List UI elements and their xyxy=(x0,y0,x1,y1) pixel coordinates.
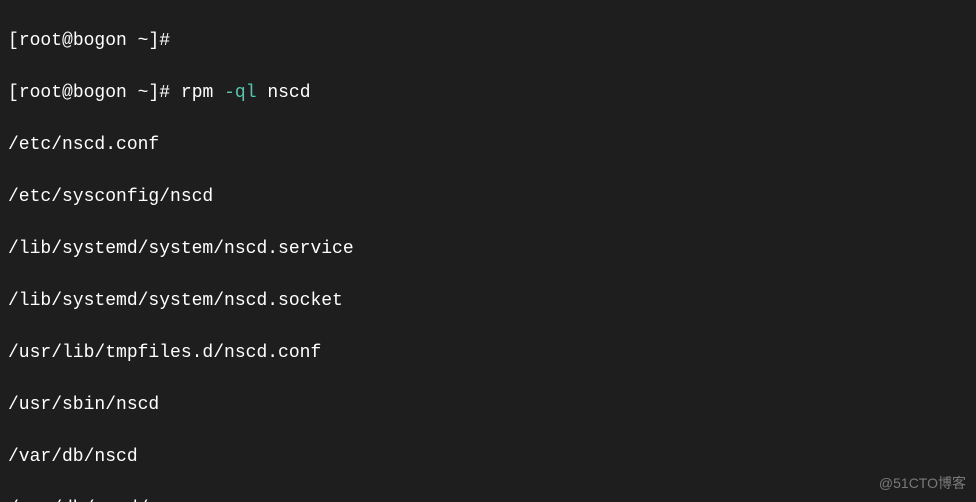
prompt-dir: ~ xyxy=(127,31,149,51)
command-arg: nscd xyxy=(267,83,310,103)
output-line: /etc/sysconfig/nscd xyxy=(8,184,968,210)
prompt-close: ] xyxy=(148,83,159,103)
prompt-close: ] xyxy=(148,31,159,51)
command-bin: rpm xyxy=(181,83,213,103)
output-line: /var/db/nscd xyxy=(8,444,968,470)
prompt-user-host: root@bogon xyxy=(19,83,127,103)
output-line: /usr/sbin/nscd xyxy=(8,392,968,418)
output-line: /var/db/nscd/group xyxy=(8,496,968,502)
prompt-hash: # xyxy=(159,83,170,103)
command-flag: -ql xyxy=(224,83,256,103)
watermark: @51CTO博客 xyxy=(879,470,966,496)
prompt-hash: # xyxy=(159,31,170,51)
prompt-dir: ~ xyxy=(127,83,149,103)
output-line: /usr/lib/tmpfiles.d/nscd.conf xyxy=(8,340,968,366)
output-line: /etc/nscd.conf xyxy=(8,132,968,158)
prompt-open: [ xyxy=(8,31,19,51)
output-line: /lib/systemd/system/nscd.socket xyxy=(8,288,968,314)
prompt-line-command: [root@bogon ~]# rpm -ql nscd xyxy=(8,80,968,106)
prompt-line-empty: [root@bogon ~]# xyxy=(8,28,968,54)
prompt-user-host: root@bogon xyxy=(19,31,127,51)
prompt-open: [ xyxy=(8,83,19,103)
output-line: /lib/systemd/system/nscd.service xyxy=(8,236,968,262)
terminal[interactable]: [root@bogon ~]# [root@bogon ~]# rpm -ql … xyxy=(0,0,976,502)
